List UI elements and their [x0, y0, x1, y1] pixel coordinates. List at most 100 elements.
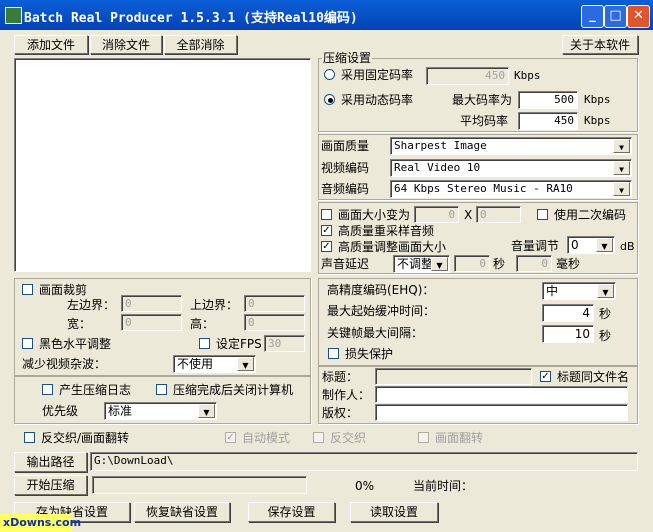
- chevron-down-icon[interactable]: ▼: [613, 139, 630, 153]
- avg-bitrate-unit: Kbps: [584, 114, 611, 127]
- remove-file-button[interactable]: 消除文件: [90, 35, 162, 54]
- variable-bitrate-radio[interactable]: [324, 94, 335, 105]
- close-icon[interactable]: ✕: [627, 5, 650, 28]
- ehq-select[interactable]: 中 ▼: [542, 282, 616, 300]
- audio-codec-value: 64 Kbps Stereo Music - RA10: [394, 182, 573, 195]
- file-list[interactable]: [14, 58, 311, 272]
- black-level-checkbox[interactable]: [22, 338, 33, 349]
- priority-value: 标准: [108, 404, 133, 418]
- resize-height-input[interactable]: 0: [476, 206, 521, 223]
- hq-resize-label: 高质量调整画面大小: [338, 240, 447, 254]
- meta-title-input[interactable]: [375, 368, 532, 385]
- variable-bitrate-label: 采用动态码率: [341, 93, 414, 107]
- max-bitrate-input[interactable]: 500: [518, 91, 578, 109]
- deinterlace-label: 反交织/画面翻转: [41, 431, 130, 445]
- save-settings-button[interactable]: 保存设置: [248, 502, 335, 522]
- ehq-label: 高精度编码(EHQ)：: [327, 283, 435, 297]
- crop-height-input[interactable]: 0: [244, 314, 305, 331]
- fixed-bitrate-radio[interactable]: [324, 69, 335, 80]
- keyframe-unit: 秒: [599, 329, 612, 343]
- resize-width-input[interactable]: 0: [414, 206, 459, 223]
- title-same-as-file-label: 标题同文件名: [557, 370, 630, 384]
- preroll-input[interactable]: 4: [542, 304, 594, 322]
- chevron-down-icon[interactable]: ▼: [596, 238, 613, 252]
- delay-seconds-unit: 秒: [493, 257, 506, 271]
- crop-checkbox[interactable]: [22, 284, 33, 295]
- chevron-down-icon[interactable]: ▼: [613, 161, 630, 175]
- add-files-button[interactable]: 添加文件: [14, 35, 88, 54]
- avg-bitrate-input[interactable]: 450: [518, 112, 578, 130]
- delay-seconds-input[interactable]: 0: [454, 255, 490, 272]
- delay-mode-value: 不调整: [397, 257, 434, 271]
- output-path-button[interactable]: 输出路径: [14, 452, 87, 472]
- quality-select[interactable]: Sharpest Image ▼: [390, 137, 632, 155]
- hq-resample-checkbox[interactable]: ✓: [321, 225, 332, 236]
- title-bar[interactable]: Batch Real Producer 1.5.3.1 (支持Real10编码)…: [0, 0, 653, 30]
- hq-resize-checkbox[interactable]: ✓: [321, 241, 332, 252]
- chevron-down-icon[interactable]: ▼: [597, 284, 614, 298]
- author-input[interactable]: [375, 386, 628, 403]
- video-codec-value: Real Video 10: [394, 161, 481, 174]
- crop-label: 画面裁剪: [39, 283, 88, 297]
- crop-top-input[interactable]: 0: [244, 295, 305, 312]
- progress-bar: [92, 476, 307, 494]
- noise-reduction-select[interactable]: 不使用 ▼: [173, 355, 256, 373]
- app-icon: [5, 7, 22, 24]
- chevron-down-icon[interactable]: ▼: [198, 404, 215, 418]
- preroll-label: 最大起始缓冲时间：: [327, 304, 436, 318]
- delay-mode-select[interactable]: 不调整 ▼: [393, 255, 450, 273]
- delay-ms-input[interactable]: 0: [516, 255, 552, 272]
- quality-value: Sharpest Image: [394, 139, 487, 152]
- fixed-bitrate-input[interactable]: 450: [426, 67, 509, 85]
- delay-label: 声音延迟: [321, 257, 370, 271]
- delay-ms-unit: 毫秒: [556, 257, 581, 271]
- deint-checkbox[interactable]: [313, 432, 324, 443]
- deinterlace-checkbox[interactable]: [24, 432, 35, 443]
- volume-select[interactable]: 0 ▼: [567, 236, 615, 254]
- keyframe-input[interactable]: 10: [542, 325, 594, 343]
- fixed-bitrate-unit: Kbps: [514, 69, 541, 82]
- remove-all-button[interactable]: 全部消除: [164, 35, 237, 54]
- noise-reduction-value: 不使用: [177, 357, 214, 371]
- priority-select[interactable]: 标准 ▼: [104, 402, 217, 420]
- fixed-bitrate-label: 采用固定码率: [341, 68, 414, 82]
- chevron-down-icon[interactable]: ▼: [237, 357, 254, 371]
- flip-checkbox[interactable]: [418, 432, 429, 443]
- max-bitrate-unit: Kbps: [584, 93, 611, 106]
- meta-title-label: 标题：: [322, 370, 359, 384]
- load-settings-button[interactable]: 读取设置: [350, 502, 438, 522]
- crop-width-input[interactable]: 0: [121, 314, 182, 331]
- resize-checkbox[interactable]: [321, 209, 332, 220]
- title-same-as-file-checkbox[interactable]: ✓: [540, 371, 551, 382]
- crop-left-label: 左边界：: [67, 298, 116, 312]
- restore-default-button[interactable]: 恢复缺省设置: [134, 502, 230, 522]
- auto-mode-label: 自动模式: [242, 431, 291, 445]
- volume-unit: dB: [620, 240, 635, 253]
- priority-label: 优先级: [42, 404, 79, 418]
- crop-height-label: 高：: [190, 317, 215, 331]
- output-path-field[interactable]: G:\DownLoad\: [90, 452, 638, 471]
- fps-checkbox[interactable]: [199, 338, 210, 349]
- volume-label: 音量调节: [511, 239, 560, 253]
- auto-mode-checkbox[interactable]: ✓: [225, 432, 236, 443]
- minimize-icon[interactable]: _: [581, 5, 604, 28]
- copyright-input[interactable]: [375, 404, 628, 421]
- about-button[interactable]: 关于本软件: [562, 35, 638, 54]
- crop-top-label: 上边界：: [190, 298, 239, 312]
- fps-label: 设定FPS: [216, 337, 262, 351]
- two-pass-checkbox[interactable]: [537, 209, 548, 220]
- audio-codec-select[interactable]: 64 Kbps Stereo Music - RA10 ▼: [390, 180, 632, 198]
- deint-label: 反交织: [330, 431, 367, 445]
- log-checkbox[interactable]: [42, 384, 53, 395]
- window-title: Batch Real Producer 1.5.3.1 (支持Real10编码): [24, 11, 358, 26]
- chevron-down-icon[interactable]: ▼: [431, 257, 448, 271]
- video-codec-select[interactable]: Real Video 10 ▼: [390, 159, 632, 177]
- crop-left-input[interactable]: 0: [121, 295, 182, 312]
- maximize-icon[interactable]: □: [604, 5, 627, 28]
- start-compress-button[interactable]: 开始压缩: [14, 475, 87, 495]
- fps-input[interactable]: 30: [264, 335, 305, 352]
- shutdown-checkbox[interactable]: [156, 384, 167, 395]
- loss-protection-checkbox[interactable]: [328, 348, 339, 359]
- chevron-down-icon[interactable]: ▼: [613, 182, 630, 196]
- crop-width-label: 宽：: [67, 317, 92, 331]
